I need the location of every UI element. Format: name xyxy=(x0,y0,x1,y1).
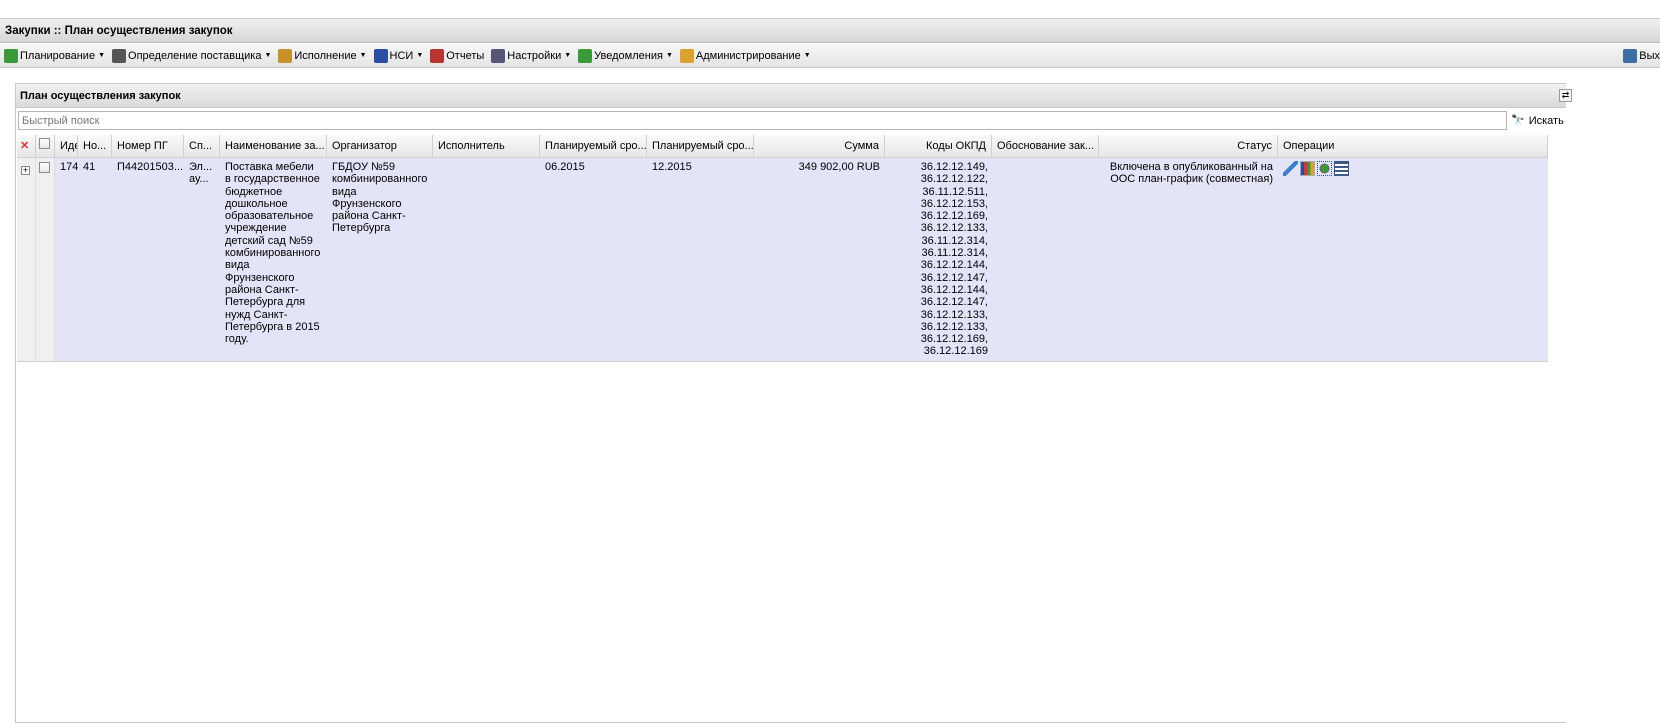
notification-icon xyxy=(578,48,593,63)
planning-icon xyxy=(4,48,18,63)
plan-grid: ✕ ИдеНо...Номер ПГСп...Наименование за..… xyxy=(17,135,1548,362)
cell-start: 06.2015 xyxy=(545,161,585,173)
column-header[interactable]: Статус xyxy=(1099,135,1278,157)
document-list-icon[interactable] xyxy=(1334,161,1349,176)
chart-icon[interactable] xyxy=(1300,161,1315,176)
cell-status: Включена в опубликованный на ООС план-гр… xyxy=(1109,161,1273,186)
user-icon xyxy=(679,48,694,63)
exit-icon xyxy=(1623,49,1638,63)
column-header[interactable]: Организатор xyxy=(327,135,433,157)
cell-executor xyxy=(433,158,540,361)
gears-icon xyxy=(112,48,127,63)
menu-notification[interactable]: Уведомления ▼ xyxy=(578,48,673,63)
cell-sum: 349 902,00 RUB xyxy=(798,161,880,173)
menu-gears[interactable]: Определение поставщика ▼ xyxy=(112,48,272,63)
column-header[interactable]: Исполнитель xyxy=(433,135,540,157)
chevron-down-icon: ▼ xyxy=(803,52,811,59)
chevron-down-icon: ▼ xyxy=(665,52,673,59)
menu-planning[interactable]: Планирование ▼ xyxy=(4,48,106,63)
cell-num: 41 xyxy=(83,161,96,173)
search-button[interactable]: 🔭 Искать xyxy=(1511,111,1564,130)
column-header[interactable]: Сумма xyxy=(754,135,885,157)
procurement-plan-panel: План осуществления закупок ⇄ 🔭 Искать ✕ … xyxy=(15,83,1572,723)
column-header[interactable]: Но... xyxy=(78,135,112,157)
execution-icon xyxy=(278,48,293,63)
window-title: Закупки :: План осуществления закупок xyxy=(0,18,1660,43)
column-header[interactable]: Номер ПГ xyxy=(112,135,184,157)
book-icon xyxy=(373,48,388,63)
select-all-checkbox[interactable] xyxy=(36,135,55,157)
quick-search-input[interactable] xyxy=(18,111,1507,130)
cell-basis xyxy=(992,158,1099,361)
menu-user[interactable]: Администрирование ▼ xyxy=(679,48,811,63)
cell-organizer: ГБДОУ №59 комбинированного вида Фрунзенс… xyxy=(332,161,428,235)
report-icon xyxy=(430,48,445,63)
chevron-down-icon: ▼ xyxy=(98,52,106,59)
panel-title: План осуществления закупок xyxy=(20,90,181,102)
column-header[interactable]: Планируемый сро... xyxy=(540,135,647,157)
wrench-icon xyxy=(491,48,506,63)
cell-end: 12.2015 xyxy=(652,161,692,173)
column-header[interactable]: Наименование за... xyxy=(220,135,327,157)
cell-name: Поставка мебели в государственное бюджет… xyxy=(225,161,321,346)
menu-execution[interactable]: Исполнение ▼ xyxy=(278,48,367,63)
chevron-down-icon: ▼ xyxy=(264,52,272,59)
refresh-icon[interactable]: ⇄ xyxy=(1559,89,1572,102)
column-header[interactable]: Сп... xyxy=(184,135,220,157)
menu-report[interactable]: Отчеты xyxy=(430,48,484,63)
chevron-down-icon: ▼ xyxy=(564,52,572,59)
cell-method: Эл... ау... xyxy=(189,161,213,186)
cell-operations xyxy=(1278,158,1548,361)
cell-pg: П44201503... xyxy=(117,161,184,173)
table-row[interactable]: +174 41 П44201503... Эл... ау... Поставка ме… xyxy=(17,158,1548,362)
settings-gear-icon[interactable] xyxy=(1317,161,1332,176)
column-header[interactable]: Планируемый сро... xyxy=(647,135,754,157)
grid-header: ✕ ИдеНо...Номер ПГСп...Наименование за..… xyxy=(17,135,1548,158)
edit-pencil-icon[interactable] xyxy=(1283,161,1298,176)
menu-wrench[interactable]: Настройки ▼ xyxy=(491,48,572,63)
expand-row-icon[interactable]: + xyxy=(17,158,36,361)
exit-button[interactable]: Вых xyxy=(1623,44,1660,68)
column-header[interactable]: Коды ОКПД xyxy=(885,135,992,157)
row-checkbox[interactable] xyxy=(36,158,55,361)
column-header[interactable]: Обоснование зак... xyxy=(992,135,1099,157)
column-header[interactable]: Иде xyxy=(55,135,78,157)
clear-filter-icon[interactable]: ✕ xyxy=(17,135,36,157)
main-menu: Планирование ▼ Определение поставщика ▼ Испо… xyxy=(0,44,1660,68)
cell-id: 174 xyxy=(60,161,78,173)
binoculars-icon: 🔭 xyxy=(1511,115,1525,127)
column-header[interactable]: Операции xyxy=(1278,135,1548,157)
cell-okpd: 36.12.12.149, 36.12.12.122, 36.11.12.511… xyxy=(920,161,988,358)
chevron-down-icon: ▼ xyxy=(416,52,424,59)
chevron-down-icon: ▼ xyxy=(359,52,367,59)
menu-book[interactable]: НСИ ▼ xyxy=(373,48,424,63)
